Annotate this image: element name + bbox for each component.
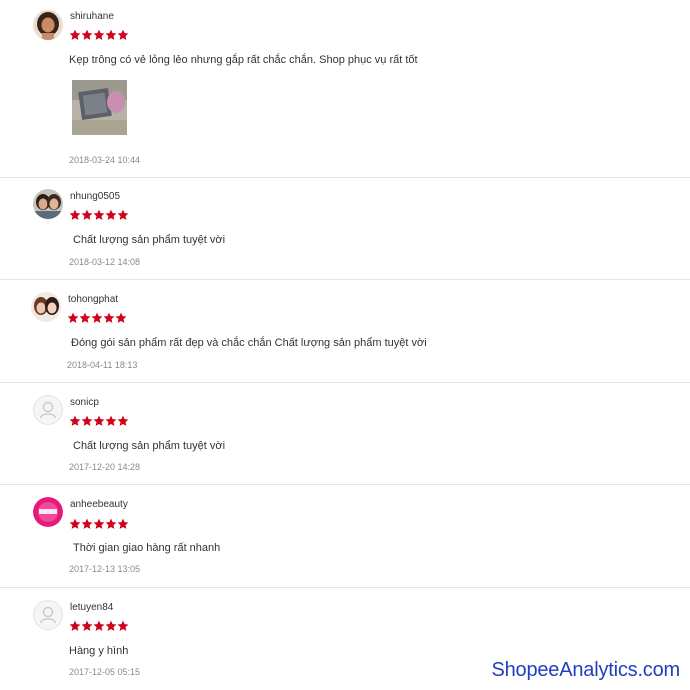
star-filled-icon xyxy=(81,518,93,529)
reviewer-username[interactable]: nhung0505 xyxy=(70,191,120,202)
star-filled-icon xyxy=(81,415,93,426)
review-timestamp: 2017-12-13 13:05 xyxy=(69,564,141,574)
reviewer-username[interactable]: sonicp xyxy=(70,397,99,408)
reviewer-username[interactable]: anheebeauty xyxy=(70,499,128,510)
review-photo-thumbnail[interactable] xyxy=(72,80,127,135)
star-filled-icon xyxy=(117,29,129,40)
star-filled-icon xyxy=(117,518,129,529)
star-filled-icon xyxy=(91,312,103,323)
star-filled-icon xyxy=(69,620,81,631)
star-filled-icon xyxy=(117,209,129,220)
review-comment: Đóng gói sản phẩm rất đẹp và chắc chắn C… xyxy=(71,337,427,349)
star-filled-icon xyxy=(81,29,93,40)
rating-stars xyxy=(69,209,129,221)
star-filled-icon xyxy=(105,29,117,40)
star-filled-icon xyxy=(103,312,115,323)
star-filled-icon xyxy=(93,29,105,40)
user-avatar[interactable] xyxy=(33,10,63,40)
review-item: sonicp Chất lượng sản phẩm tuyệt vời 201… xyxy=(0,383,690,485)
star-filled-icon xyxy=(117,415,129,426)
default-user-icon[interactable] xyxy=(33,600,63,630)
review-item: tohongphat Đóng gói sản phẩm rất đẹp và … xyxy=(0,280,690,383)
star-filled-icon xyxy=(79,312,91,323)
star-filled-icon xyxy=(105,620,117,631)
review-item: anheebeauty Thời gian giao hàng rất nhan… xyxy=(0,485,690,588)
review-item: nhung0505 Chất lượng sản phẩm tuyệt vời … xyxy=(0,178,690,280)
star-filled-icon xyxy=(69,29,81,40)
rating-stars xyxy=(69,415,129,427)
watermark-text: ShopeeAnalytics.com xyxy=(491,659,680,681)
review-comment: Hàng y hình xyxy=(69,645,129,657)
star-filled-icon xyxy=(69,209,81,220)
star-filled-icon xyxy=(117,620,129,631)
review-timestamp: 2017-12-05 05:15 xyxy=(69,667,141,677)
review-timestamp: 2018-03-12 14:08 xyxy=(69,257,141,267)
reviewer-username[interactable]: letuyen84 xyxy=(70,602,113,613)
review-timestamp: 2018-03-24 10:44 xyxy=(69,155,141,165)
rating-stars xyxy=(67,312,127,324)
star-filled-icon xyxy=(93,415,105,426)
star-filled-icon xyxy=(93,620,105,631)
review-item: shiruhane Kẹp trông có vẻ lỏng lẻo nhưng… xyxy=(0,0,690,178)
star-filled-icon xyxy=(69,415,81,426)
reviewer-username[interactable]: tohongphat xyxy=(68,294,118,305)
star-filled-icon xyxy=(93,518,105,529)
user-avatar[interactable] xyxy=(31,292,61,322)
user-avatar[interactable] xyxy=(33,189,63,219)
review-comment: Thời gian giao hàng rất nhanh xyxy=(73,542,221,554)
star-filled-icon xyxy=(115,312,127,323)
star-filled-icon xyxy=(105,518,117,529)
rating-stars xyxy=(69,29,129,41)
star-filled-icon xyxy=(105,209,117,220)
star-filled-icon xyxy=(81,209,93,220)
star-filled-icon xyxy=(69,518,81,529)
star-filled-icon xyxy=(81,620,93,631)
review-comment: Chất lượng sản phẩm tuyệt vời xyxy=(73,234,226,246)
star-filled-icon xyxy=(93,209,105,220)
reviewer-username[interactable]: shiruhane xyxy=(70,11,114,22)
star-filled-icon xyxy=(105,415,117,426)
rating-stars xyxy=(69,518,129,530)
default-user-icon[interactable] xyxy=(33,395,63,425)
review-timestamp: 2017-12-20 14:28 xyxy=(69,462,141,472)
review-timestamp: 2018-04-11 18:13 xyxy=(67,360,138,370)
review-comment: Kẹp trông có vẻ lỏng lẻo nhưng gắp rất c… xyxy=(69,54,418,66)
rating-stars xyxy=(69,620,129,632)
brand-logo-avatar[interactable] xyxy=(33,497,63,527)
review-comment: Chất lượng sản phẩm tuyệt vời xyxy=(73,440,226,452)
star-filled-icon xyxy=(67,312,79,323)
